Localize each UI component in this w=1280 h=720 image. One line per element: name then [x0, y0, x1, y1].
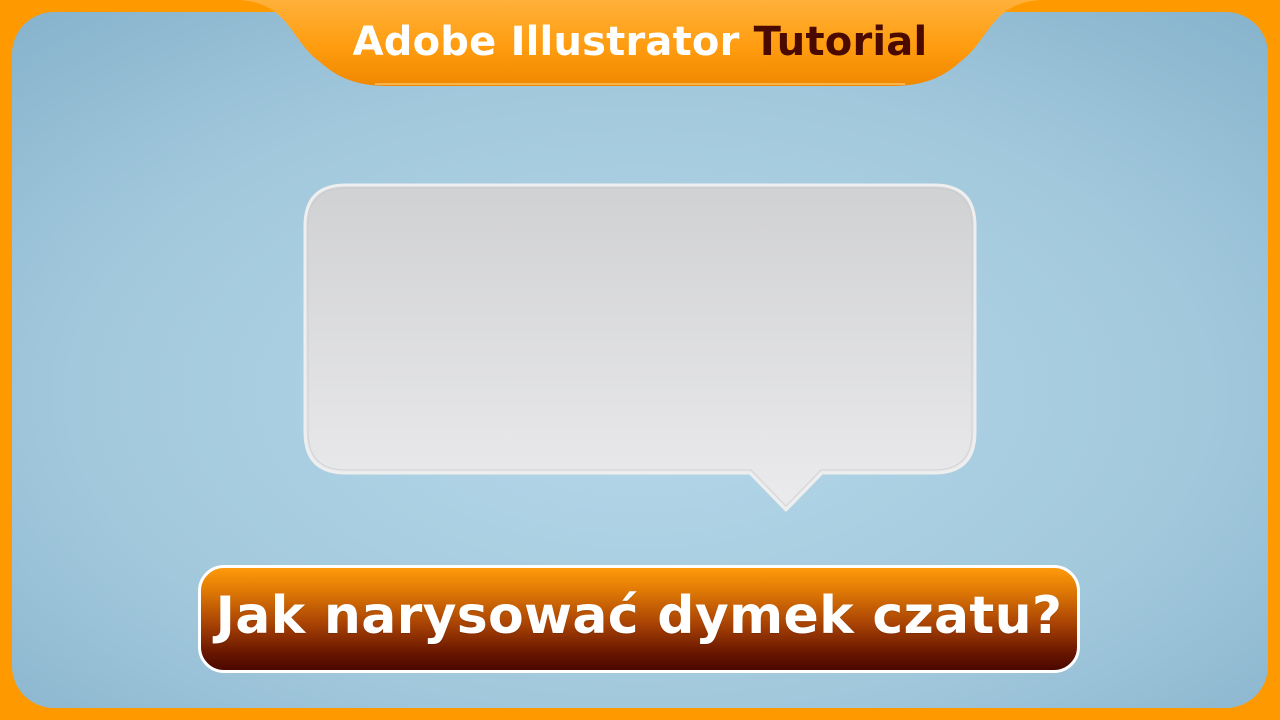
thumbnail-frame: Adobe Illustrator Tutorial Jak narysować… [0, 0, 1280, 720]
speech-bubble-content [310, 190, 970, 470]
caption-text: Jak narysować dymek czatu? [215, 586, 1063, 646]
tutorial-title: Adobe Illustrator Tutorial [300, 16, 980, 68]
caption-banner: Jak narysować dymek czatu? [198, 565, 1080, 673]
title-part-tutorial: Tutorial [753, 19, 928, 65]
title-part-product: Adobe Illustrator [352, 19, 740, 65]
